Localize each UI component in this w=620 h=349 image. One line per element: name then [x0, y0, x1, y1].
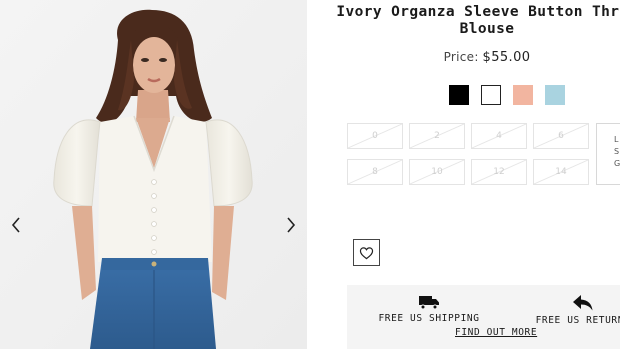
- color-swatch[interactable]: [481, 85, 501, 105]
- product-details: Ivory Organza Sleeve Button Throu Blouse…: [307, 0, 620, 349]
- size-option[interactable]: 10: [409, 159, 465, 185]
- size-option[interactable]: 12: [471, 159, 527, 185]
- color-swatches: [449, 85, 565, 105]
- price-label: Price:: [443, 50, 479, 64]
- price: Price: $55.00: [307, 50, 620, 65]
- size-option-label: 10: [431, 167, 443, 177]
- delivery-info-panel: FREE US SHIPPING FREE US RETURNS FIND OU…: [347, 285, 620, 349]
- size-option-label: 6: [558, 131, 564, 141]
- free-shipping-info: FREE US SHIPPING: [359, 294, 499, 324]
- size-option[interactable]: 8: [347, 159, 403, 185]
- chevron-left-icon: [11, 217, 20, 233]
- previous-image-button[interactable]: [6, 213, 26, 237]
- next-image-button[interactable]: [281, 213, 301, 237]
- size-selector: 0 2 4 6 8 10 12 14: [347, 123, 589, 185]
- product-title: Ivory Organza Sleeve Button Throu Blouse: [307, 4, 620, 38]
- size-guide-text-3: GU: [614, 159, 620, 168]
- size-option[interactable]: 6: [533, 123, 589, 149]
- product-image-gallery: [0, 0, 307, 349]
- product-title-line-2: Blouse: [459, 21, 515, 37]
- heart-icon: [359, 246, 374, 259]
- size-option[interactable]: 4: [471, 123, 527, 149]
- price-value: $55.00: [482, 50, 531, 65]
- color-swatch[interactable]: [513, 85, 533, 105]
- size-option[interactable]: 0: [347, 123, 403, 149]
- size-option-label: 2: [434, 131, 440, 141]
- free-returns-info: FREE US RETURNS: [513, 294, 620, 326]
- chevron-right-icon: [287, 217, 296, 233]
- size-option[interactable]: 2: [409, 123, 465, 149]
- size-guide-button[interactable]: L S GU: [596, 123, 620, 185]
- size-option-label: 12: [493, 167, 505, 177]
- size-option-label: 4: [496, 131, 502, 141]
- size-option-label: 8: [372, 167, 378, 177]
- free-shipping-label: FREE US SHIPPING: [378, 313, 480, 324]
- size-guide-text-2: S: [614, 147, 620, 156]
- size-option-label: 14: [555, 167, 567, 177]
- size-guide-text-1: L: [614, 135, 619, 144]
- product-photo: [0, 0, 307, 349]
- free-returns-label: FREE US RETURNS: [535, 315, 620, 326]
- product-title-line-1: Ivory Organza Sleeve Button Throu: [336, 4, 620, 20]
- truck-icon: [419, 296, 439, 310]
- find-out-more-link[interactable]: FIND OUT MORE: [455, 327, 537, 338]
- return-arrow-icon: [573, 295, 593, 311]
- size-option[interactable]: 14: [533, 159, 589, 185]
- size-option-label: 0: [372, 131, 378, 141]
- color-swatch[interactable]: [449, 85, 469, 105]
- color-swatch[interactable]: [545, 85, 565, 105]
- add-to-wishlist-button[interactable]: [353, 239, 380, 266]
